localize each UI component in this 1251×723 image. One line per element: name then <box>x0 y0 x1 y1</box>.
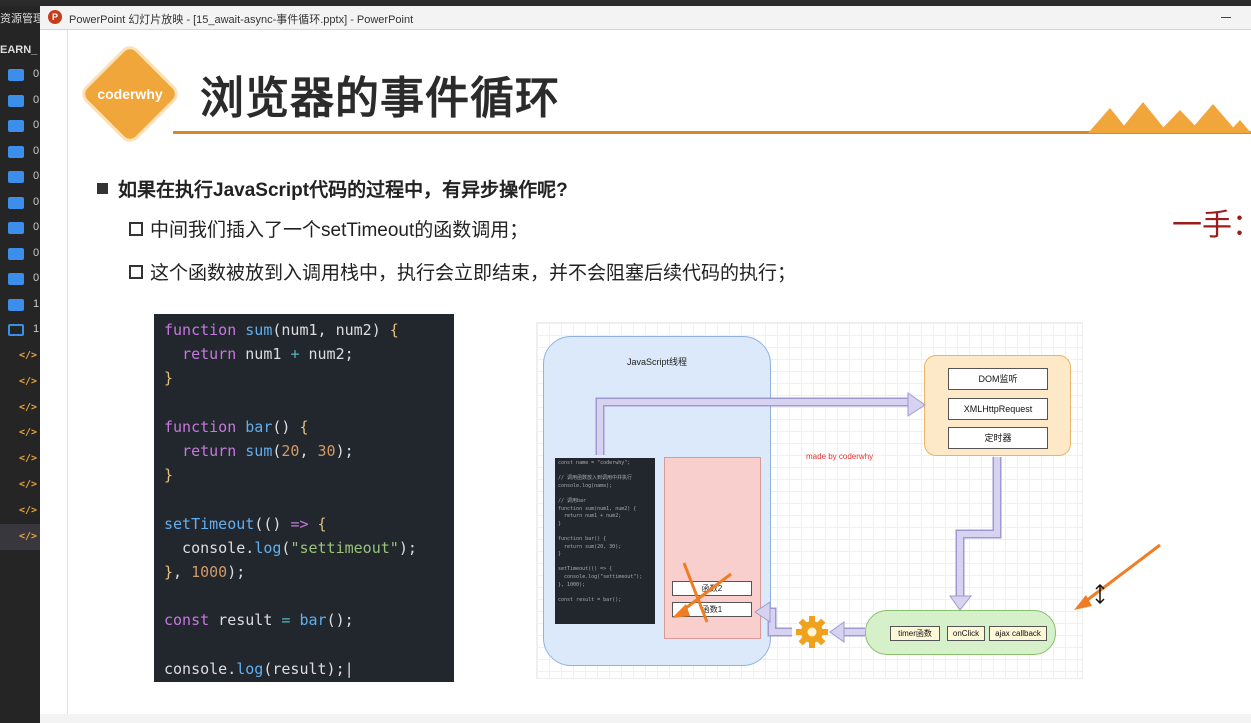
gear-icon <box>796 616 828 648</box>
slideshow-bottom-bar <box>40 714 1251 723</box>
diagram-arrows <box>595 392 1161 643</box>
